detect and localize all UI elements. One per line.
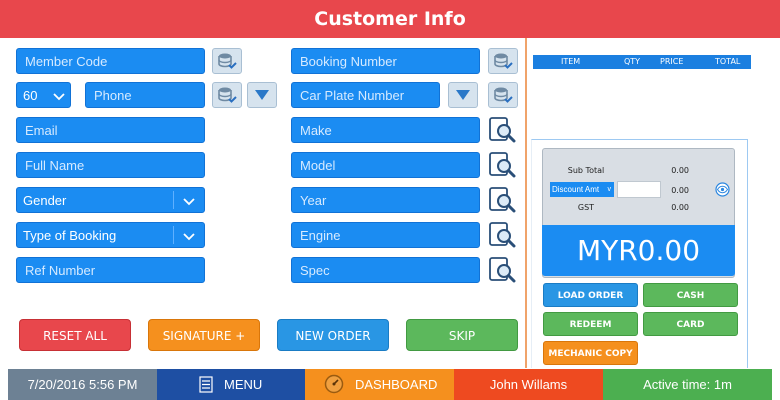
eye-icon[interactable] (715, 182, 730, 197)
discount-value: 0.00 (671, 186, 689, 195)
card-button[interactable]: CARD (643, 312, 738, 336)
spec-field[interactable]: Spec (291, 257, 480, 283)
panel-divider (525, 38, 527, 368)
gender-select[interactable]: Gender (16, 187, 205, 213)
year-search-button[interactable] (486, 185, 518, 215)
column-header-total: TOTAL (715, 57, 741, 66)
booking-type-select[interactable]: Type of Booking (16, 222, 205, 248)
column-header-price: PRICE (660, 57, 684, 66)
gst-label: GST (577, 203, 595, 212)
redeem-button[interactable]: REDEEM (543, 312, 638, 336)
make-field[interactable]: Make (291, 117, 480, 143)
model-field[interactable]: Model (291, 152, 480, 178)
booking-type-value: Type of Booking (23, 228, 117, 243)
engine-field[interactable]: Engine (291, 222, 480, 248)
grand-total-display: MYR0.00 (542, 225, 735, 276)
gst-value: 0.00 (671, 203, 689, 212)
database-check-icon (494, 53, 513, 69)
gst-row: GST 0.00 (543, 199, 734, 215)
triangle-down-icon (456, 90, 470, 100)
car-plate-field[interactable]: Car Plate Number (291, 82, 440, 108)
engine-search-button[interactable] (486, 220, 518, 250)
discount-type-select[interactable]: Discount Amt v (550, 182, 614, 197)
booking-lookup-button[interactable] (488, 48, 518, 74)
chevron-down-icon (183, 233, 195, 241)
booking-number-field[interactable]: Booking Number (291, 48, 480, 74)
menu-label: MENU (224, 377, 263, 392)
make-search-button[interactable] (486, 115, 518, 145)
skip-button[interactable]: SKIP (406, 319, 518, 351)
bottom-bar: 7/20/2016 5:56 PM MENU DASHBOARD John Wi… (8, 369, 772, 400)
dashboard-label: DASHBOARD (355, 377, 438, 392)
menu-button[interactable]: MENU (157, 369, 305, 400)
customer-info-screen: Customer Info Member Code 60 Phone Email… (0, 0, 780, 400)
document-search-icon (489, 152, 516, 178)
database-check-icon (494, 87, 513, 103)
order-table-header: ITEM QTY PRICE TOTAL (533, 55, 751, 69)
document-search-icon (489, 187, 516, 213)
car-plate-dropdown-button[interactable] (448, 82, 478, 108)
dashboard-button[interactable]: DASHBOARD (305, 369, 454, 400)
page-title: Customer Info (0, 0, 780, 38)
reset-all-button[interactable]: RESET ALL (19, 319, 131, 351)
email-field[interactable]: Email (16, 117, 205, 143)
member-code-field[interactable]: Member Code (16, 48, 205, 74)
full-name-field[interactable]: Full Name (16, 152, 205, 178)
gender-value: Gender (23, 193, 67, 208)
new-order-button[interactable]: NEW ORDER (277, 319, 389, 351)
column-header-item: ITEM (561, 57, 581, 66)
user-display: John Willams (454, 369, 603, 400)
datetime-display: 7/20/2016 5:56 PM (8, 369, 157, 400)
car-plate-lookup-button[interactable] (488, 82, 518, 108)
subtotal-row: Sub Total 0.00 (543, 162, 734, 178)
chevron-down-icon (183, 198, 195, 206)
gauge-icon (324, 374, 344, 394)
phone-lookup-button[interactable] (212, 82, 242, 108)
mechanic-copy-button[interactable]: MECHANIC COPY (543, 341, 638, 365)
discount-type-label: Discount Amt (552, 185, 600, 194)
cash-button[interactable]: CASH (643, 283, 738, 307)
model-search-button[interactable] (486, 150, 518, 180)
subtotal-value: 0.00 (671, 166, 689, 175)
active-time-display: Active time: 1m (603, 369, 772, 400)
chevron-down-icon: v (607, 186, 612, 193)
column-header-qty: QTY (624, 57, 641, 66)
signature-button[interactable]: SIGNATURE + (148, 319, 260, 351)
phone-dropdown-button[interactable] (247, 82, 277, 108)
menu-icon (199, 376, 213, 393)
triangle-down-icon (255, 90, 269, 100)
load-order-button[interactable]: LOAD ORDER (543, 283, 638, 307)
database-check-icon (218, 87, 237, 103)
subtotal-label: Sub Total (567, 166, 605, 175)
database-check-icon (218, 53, 237, 69)
year-field[interactable]: Year (291, 187, 480, 213)
chevron-down-icon (53, 93, 65, 101)
spec-search-button[interactable] (486, 255, 518, 285)
document-search-icon (489, 222, 516, 248)
phone-field[interactable]: Phone (85, 82, 205, 108)
ref-number-field[interactable]: Ref Number (16, 257, 205, 283)
country-code-select[interactable]: 60 (16, 82, 71, 108)
document-search-icon (489, 117, 516, 143)
document-search-icon (489, 257, 516, 283)
country-code-value: 60 (23, 88, 38, 103)
discount-amount-input[interactable] (617, 181, 661, 198)
member-lookup-button[interactable] (212, 48, 242, 74)
